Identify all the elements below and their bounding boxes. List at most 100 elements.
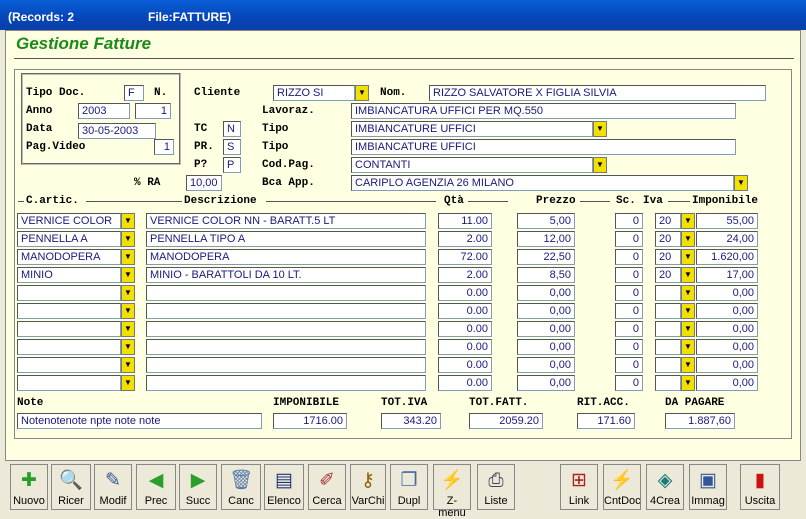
article-code-cell[interactable]	[17, 339, 121, 355]
elenco-button[interactable]: ▤ Elenco	[264, 464, 304, 510]
tipo1-dropdown-icon[interactable]: ▼	[593, 121, 607, 137]
vat-cell[interactable]	[655, 303, 681, 319]
article-code-cell[interactable]: VERNICE COLOR	[17, 213, 121, 229]
cerca-button[interactable]: ✐ Cerca	[308, 464, 346, 510]
dupl-button[interactable]: ❐ Dupl	[390, 464, 428, 510]
ra-field[interactable]: 10,00	[186, 175, 222, 191]
price-cell[interactable]: 12,00	[517, 231, 575, 247]
article-code-dropdown-icon[interactable]: ▼	[121, 267, 135, 283]
vat-cell[interactable]: 20	[655, 267, 681, 283]
description-cell[interactable]	[146, 357, 426, 373]
tipo-doc-field[interactable]: F	[124, 85, 144, 101]
doc-number-field[interactable]: 1	[135, 103, 171, 119]
tipo2-field[interactable]: IMBIANCATURE UFFICI	[351, 139, 736, 155]
modif-button[interactable]: ✎ Modif	[94, 464, 132, 510]
nom-field[interactable]: RIZZO SALVATORE X FIGLIA SILVIA	[429, 85, 766, 101]
pag-video-field[interactable]: 1	[154, 139, 174, 155]
line-total-cell[interactable]: 24,00	[696, 231, 758, 247]
price-cell[interactable]: 22,50	[517, 249, 575, 265]
immag-button[interactable]: ▣ Immag	[689, 464, 727, 510]
data-field[interactable]: 30-05-2003	[78, 123, 156, 139]
quantity-cell[interactable]: 0.00	[438, 375, 492, 391]
vat-dropdown-icon[interactable]: ▼	[681, 321, 695, 337]
article-code-dropdown-icon[interactable]: ▼	[121, 231, 135, 247]
article-code-cell[interactable]	[17, 357, 121, 373]
line-total-cell[interactable]: 0,00	[696, 303, 758, 319]
vat-dropdown-icon[interactable]: ▼	[681, 267, 695, 283]
prec-button[interactable]: ◀ Prec	[136, 464, 176, 510]
quantity-cell[interactable]: 0.00	[438, 285, 492, 301]
p-field[interactable]: P	[223, 157, 241, 173]
quantity-cell[interactable]: 0.00	[438, 303, 492, 319]
quantity-cell[interactable]: 0.00	[438, 357, 492, 373]
article-code-dropdown-icon[interactable]: ▼	[121, 339, 135, 355]
vat-cell[interactable]	[655, 285, 681, 301]
bca-app-field[interactable]: CARIPLO AGENZIA 26 MILANO	[351, 175, 734, 191]
cliente-dropdown-icon[interactable]: ▼	[355, 85, 369, 101]
vat-cell[interactable]: 20	[655, 249, 681, 265]
description-cell[interactable]: MANODOPERA	[146, 249, 426, 265]
cliente-field[interactable]: RIZZO SI	[273, 85, 355, 101]
description-cell[interactable]	[146, 339, 426, 355]
ricer-button[interactable]: 🔍 Ricer	[51, 464, 91, 510]
article-code-dropdown-icon[interactable]: ▼	[121, 321, 135, 337]
vat-dropdown-icon[interactable]: ▼	[681, 339, 695, 355]
link-button[interactable]: ⊞ Link	[560, 464, 598, 510]
discount-cell[interactable]: 0	[615, 321, 643, 337]
nuovo-button[interactable]: ✚ Nuovo	[10, 464, 48, 510]
lavoraz-field[interactable]: IMBIANCATURA UFFICI PER MQ.550	[351, 103, 736, 119]
tipo1-field[interactable]: IMBIANCATURE UFFICI	[351, 121, 593, 137]
price-cell[interactable]: 0,00	[517, 285, 575, 301]
discount-cell[interactable]: 0	[615, 213, 643, 229]
article-code-cell[interactable]	[17, 375, 121, 391]
quantity-cell[interactable]: 2.00	[438, 267, 492, 283]
description-cell[interactable]: MINIO - BARATTOLI DA 10 LT.	[146, 267, 426, 283]
line-total-cell[interactable]: 0,00	[696, 339, 758, 355]
price-cell[interactable]: 0,00	[517, 321, 575, 337]
discount-cell[interactable]: 0	[615, 267, 643, 283]
vat-cell[interactable]	[655, 321, 681, 337]
price-cell[interactable]: 0,00	[517, 375, 575, 391]
description-cell[interactable]	[146, 321, 426, 337]
article-code-cell[interactable]	[17, 303, 121, 319]
article-code-dropdown-icon[interactable]: ▼	[121, 285, 135, 301]
quantity-cell[interactable]: 11.00	[438, 213, 492, 229]
vat-cell[interactable]: 20	[655, 213, 681, 229]
article-code-cell[interactable]: PENNELLA A	[17, 231, 121, 247]
price-cell[interactable]: 0,00	[517, 303, 575, 319]
price-cell[interactable]: 8,50	[517, 267, 575, 283]
line-total-cell[interactable]: 55,00	[696, 213, 758, 229]
pr-field[interactable]: S	[223, 139, 241, 155]
line-total-cell[interactable]: 0,00	[696, 357, 758, 373]
vat-cell[interactable]	[655, 339, 681, 355]
price-cell[interactable]: 0,00	[517, 357, 575, 373]
canc-button[interactable]: 🗑 Canc	[221, 464, 261, 510]
tc-field[interactable]: N	[223, 121, 241, 137]
note-field[interactable]: Notenotenote npte note note	[17, 413, 262, 429]
line-total-cell[interactable]: 0,00	[696, 375, 758, 391]
line-total-cell[interactable]: 17,00	[696, 267, 758, 283]
discount-cell[interactable]: 0	[615, 285, 643, 301]
quantity-cell[interactable]: 72.00	[438, 249, 492, 265]
bca-app-dropdown-icon[interactable]: ▼	[734, 175, 748, 191]
discount-cell[interactable]: 0	[615, 231, 643, 247]
vat-dropdown-icon[interactable]: ▼	[681, 285, 695, 301]
succ-button[interactable]: ▶ Succ	[179, 464, 217, 510]
description-cell[interactable]	[146, 375, 426, 391]
discount-cell[interactable]: 0	[615, 303, 643, 319]
vat-dropdown-icon[interactable]: ▼	[681, 213, 695, 229]
article-code-dropdown-icon[interactable]: ▼	[121, 303, 135, 319]
quantity-cell[interactable]: 0.00	[438, 321, 492, 337]
article-code-dropdown-icon[interactable]: ▼	[121, 375, 135, 391]
price-cell[interactable]: 5,00	[517, 213, 575, 229]
discount-cell[interactable]: 0	[615, 357, 643, 373]
line-total-cell[interactable]: 0,00	[696, 321, 758, 337]
vat-dropdown-icon[interactable]: ▼	[681, 249, 695, 265]
varchi-button[interactable]: ⚷ VarChi	[350, 464, 386, 510]
cod-pag-dropdown-icon[interactable]: ▼	[593, 157, 607, 173]
cod-pag-field[interactable]: CONTANTI	[351, 157, 593, 173]
4crea-button[interactable]: ◈ 4Crea	[646, 464, 684, 510]
description-cell[interactable]	[146, 303, 426, 319]
article-code-dropdown-icon[interactable]: ▼	[121, 357, 135, 373]
quantity-cell[interactable]: 2.00	[438, 231, 492, 247]
